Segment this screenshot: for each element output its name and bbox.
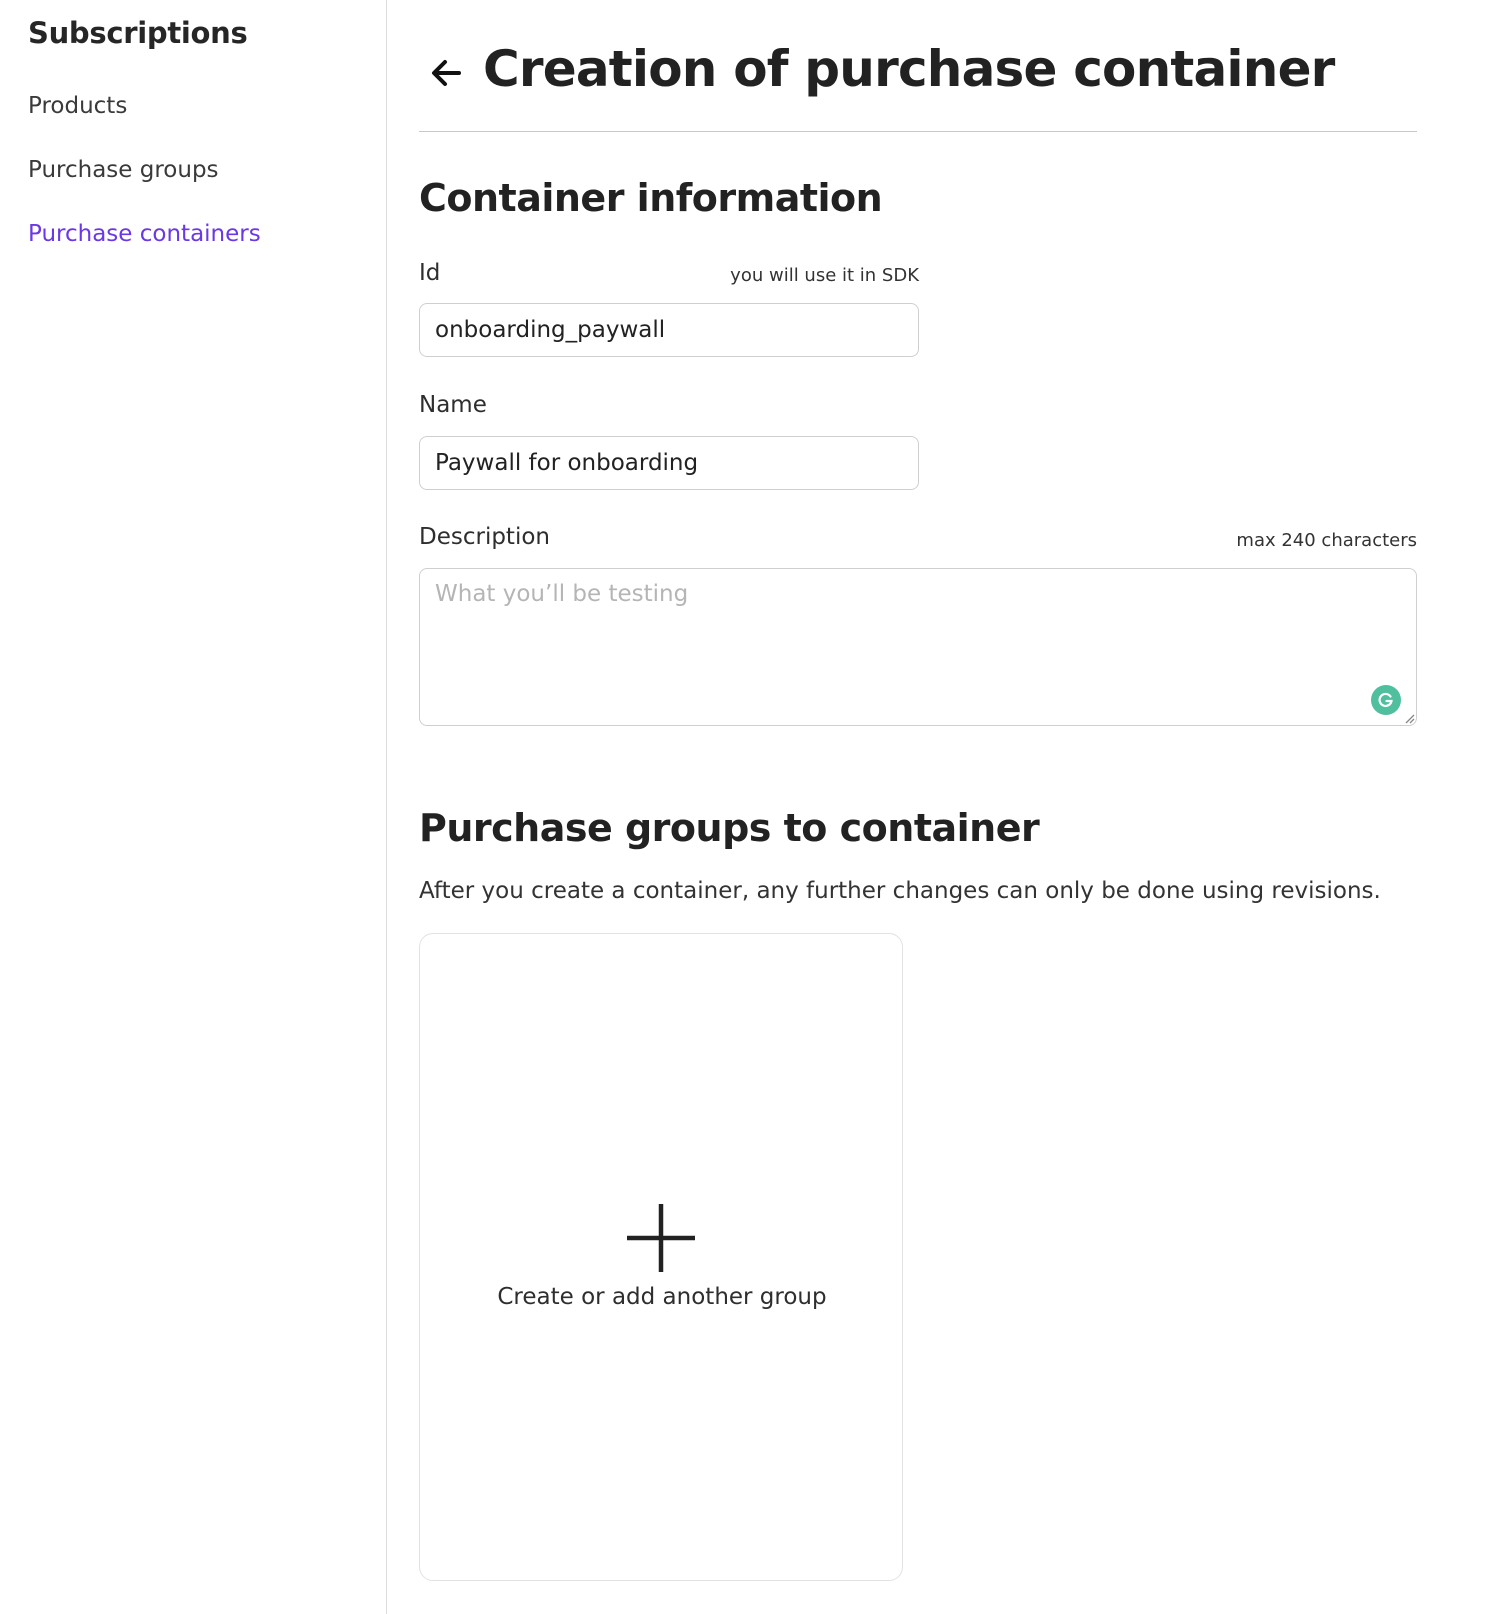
description-hint: max 240 characters	[1236, 530, 1417, 551]
page-header: Creation of purchase container	[419, 40, 1417, 132]
name-label: Name	[419, 392, 487, 418]
add-group-card[interactable]: Create or add another group	[419, 933, 903, 1581]
container-information-heading: Container information	[419, 176, 883, 220]
grammarly-icon[interactable]	[1371, 685, 1401, 715]
id-input[interactable]	[419, 303, 919, 357]
description-label: Description	[419, 524, 550, 550]
sidebar-item-purchase-containers[interactable]: Purchase containers	[28, 221, 261, 247]
page-title: Creation of purchase container	[483, 40, 1335, 98]
sidebar-title: Subscriptions	[28, 16, 248, 50]
sidebar-item-purchase-groups[interactable]: Purchase groups	[28, 157, 219, 183]
purchase-groups-description: After you create a container, any furthe…	[419, 878, 1381, 904]
sidebar-item-products[interactable]: Products	[28, 93, 127, 119]
id-label: Id	[419, 260, 441, 286]
grammarly-glyph-icon	[1378, 692, 1393, 708]
description-textarea[interactable]	[419, 568, 1417, 726]
arrow-left-icon[interactable]	[429, 56, 463, 90]
resize-handle-icon[interactable]	[1403, 712, 1415, 724]
sidebar: Subscriptions Products Purchase groups P…	[0, 0, 387, 1614]
purchase-groups-heading: Purchase groups to container	[419, 806, 1040, 850]
description-field	[419, 568, 1417, 726]
plus-icon	[627, 1204, 695, 1272]
id-hint: you will use it in SDK	[730, 265, 919, 286]
name-input[interactable]	[419, 436, 919, 490]
add-group-label: Create or add another group	[497, 1284, 827, 1310]
